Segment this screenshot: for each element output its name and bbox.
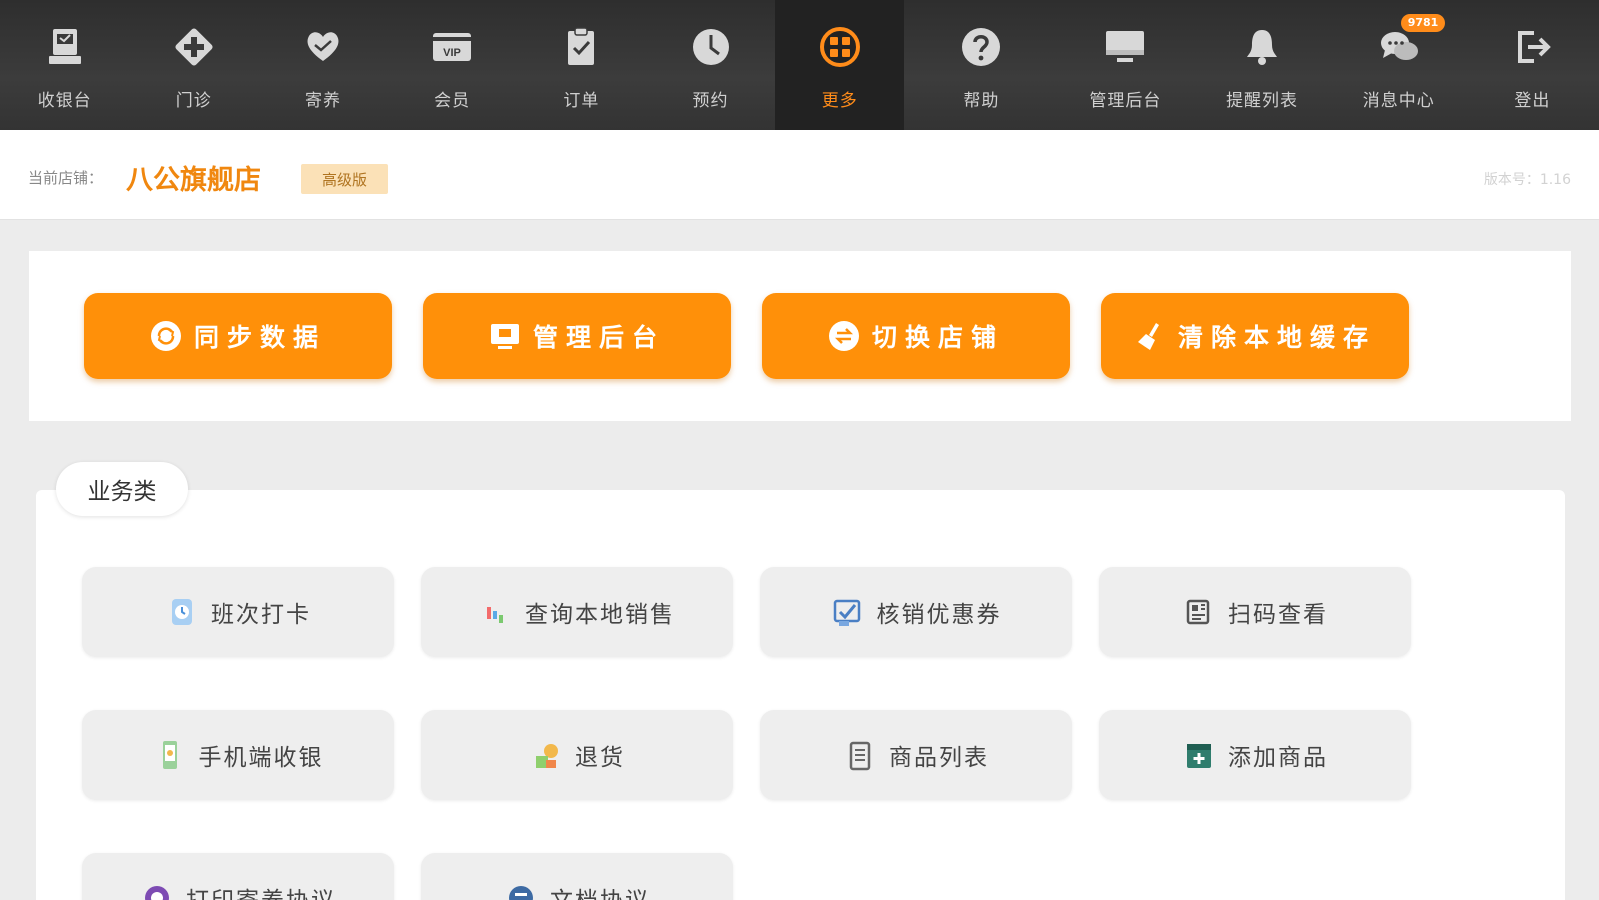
nav-item-clinic[interactable]: 门诊 xyxy=(129,0,258,130)
vip-card-icon: VIP xyxy=(433,33,472,61)
sync-icon xyxy=(150,321,181,351)
clear-cache-button[interactable]: 清除本地缓存 xyxy=(1101,293,1409,379)
svg-text:VIP: VIP xyxy=(443,47,461,59)
action-label: 清除本地缓存 xyxy=(1177,323,1376,352)
grid-button-label: 班次打卡 xyxy=(211,602,311,628)
nav-item-appointment[interactable]: 预约 xyxy=(646,0,775,130)
bell-icon xyxy=(1247,30,1278,65)
nav-label: 门诊 xyxy=(175,91,212,111)
document-agreement-icon xyxy=(509,886,533,900)
clinic-cross-icon xyxy=(175,28,213,66)
sync-data-button[interactable]: 同步数据 xyxy=(84,293,392,379)
grid-button-label: 核销优惠券 xyxy=(876,602,1002,628)
print-agreement-icon xyxy=(145,886,169,900)
clock-in-icon xyxy=(172,599,192,625)
clock-icon xyxy=(692,29,729,65)
nav-label: 收银台 xyxy=(37,91,92,111)
nav-label: 订单 xyxy=(563,91,600,111)
nav-label: 会员 xyxy=(434,91,471,111)
business-panel xyxy=(36,490,1565,900)
nav-label: 帮助 xyxy=(963,91,1000,111)
redeem-coupon-button[interactable]: 核销优惠券 xyxy=(760,567,1072,657)
nav-label: 登出 xyxy=(1514,91,1551,111)
nav-item-more[interactable]: 更多 xyxy=(775,0,905,130)
product-list-button[interactable]: 商品列表 xyxy=(760,710,1072,800)
store-name: 八公旗舰店 xyxy=(126,165,261,196)
business-tab[interactable]: 业务类 xyxy=(56,462,188,516)
nav-item-messages[interactable]: 9781 消息中心 xyxy=(1332,0,1466,130)
return-goods-icon xyxy=(536,744,558,768)
grid-button-label: 扫码查看 xyxy=(1228,602,1328,628)
logout-icon xyxy=(1518,31,1552,63)
quick-action-panel: 同步数据 管理后台 切换店铺 清除本地缓存 xyxy=(29,251,1571,421)
nav-label: 消息中心 xyxy=(1362,91,1435,111)
grid-circle-icon xyxy=(819,27,860,67)
nav-label: 管理后台 xyxy=(1089,91,1162,111)
nav-item-cashier[interactable]: 收银台 xyxy=(0,0,129,130)
nav-item-logout[interactable]: 登出 xyxy=(1466,0,1599,130)
nav-label: 寄养 xyxy=(304,91,341,111)
store-label: 当前店铺： xyxy=(28,169,104,187)
nav-item-orders[interactable]: 订单 xyxy=(517,0,646,130)
product-list-icon xyxy=(849,741,871,771)
mobile-pay-icon xyxy=(162,741,177,769)
admin-panel-button[interactable]: 管理后台 xyxy=(423,293,731,379)
nav-label: 更多 xyxy=(821,91,858,111)
store-bar: 当前店铺： 八公旗舰店 高级版 版本号：1.16 xyxy=(0,130,1599,220)
action-label: 同步数据 xyxy=(193,323,326,352)
grid-button-label: 文档协议 xyxy=(550,881,650,900)
local-sales-query-button[interactable]: 查询本地销售 xyxy=(421,567,733,657)
cashier-icon xyxy=(48,29,81,64)
grid-button-label: 手机端收银 xyxy=(198,745,324,771)
nav-label: 提醒列表 xyxy=(1226,91,1299,111)
heart-hand-icon xyxy=(307,32,339,61)
nav-item-help[interactable]: 帮助 xyxy=(904,0,1058,130)
action-label: 切换店铺 xyxy=(871,323,1004,352)
monitor-icon xyxy=(1106,31,1145,62)
shift-clock-in-button[interactable]: 班次打卡 xyxy=(82,567,394,657)
add-product-icon xyxy=(1187,744,1211,768)
nav-item-admin[interactable]: 管理后台 xyxy=(1058,0,1192,130)
scan-code-icon xyxy=(1186,599,1210,625)
grid-button-label: 商品列表 xyxy=(889,745,989,771)
help-icon xyxy=(962,28,1001,66)
document-agreement-button[interactable]: 文档协议 xyxy=(421,853,733,900)
switch-store-button[interactable]: 切换店铺 xyxy=(762,293,1070,379)
broom-icon xyxy=(1137,323,1159,350)
sales-chart-icon xyxy=(487,607,503,623)
admin-monitor-icon xyxy=(490,324,519,349)
switch-store-icon xyxy=(828,321,859,351)
message-count-badge: 9781 xyxy=(1400,14,1446,32)
return-goods-button[interactable]: 退货 xyxy=(421,710,733,800)
nav-item-member[interactable]: VIP 会员 xyxy=(388,0,517,130)
action-label: 管理后台 xyxy=(532,323,665,352)
nav-item-boarding[interactable]: 寄养 xyxy=(258,0,387,130)
grid-button-label: 查询本地销售 xyxy=(525,602,675,628)
nav-label: 预约 xyxy=(692,91,729,111)
mobile-cashier-button[interactable]: 手机端收银 xyxy=(82,710,394,800)
store-tier-badge: 高级版 xyxy=(301,164,388,194)
print-boarding-agreement-button[interactable]: 打印寄养协议 xyxy=(82,853,394,900)
grid-button-label: 添加商品 xyxy=(1228,745,1328,771)
nav-item-reminders[interactable]: 提醒列表 xyxy=(1193,0,1332,130)
grid-button-label: 打印寄养协议 xyxy=(186,881,336,900)
add-product-button[interactable]: 添加商品 xyxy=(1099,710,1411,800)
top-nav: 收银台 门诊 寄养 VIP 会员 订单 预约 更多 帮助 管理后台 提醒列表 9… xyxy=(0,0,1599,130)
version-number: 版本号：1.16 xyxy=(1483,172,1571,188)
clipboard-check-icon xyxy=(568,27,595,65)
scan-code-button[interactable]: 扫码查看 xyxy=(1099,567,1411,657)
coupon-check-icon xyxy=(833,599,860,626)
grid-button-label: 退货 xyxy=(575,745,625,771)
